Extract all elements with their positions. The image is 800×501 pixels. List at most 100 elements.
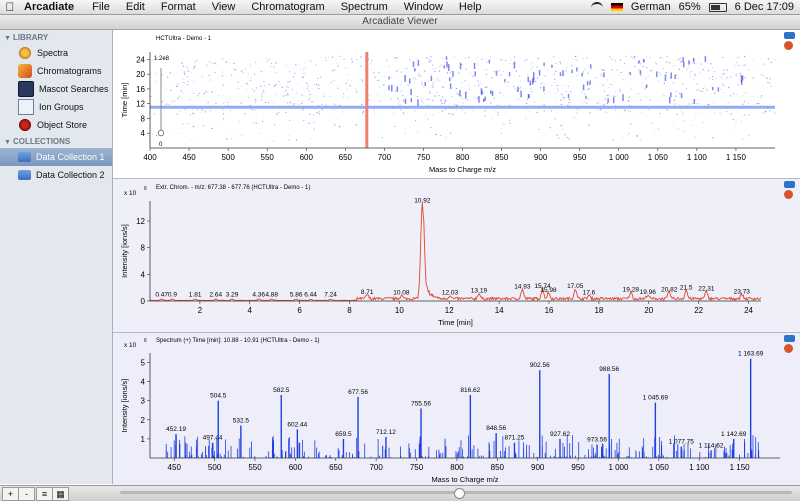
map-point	[299, 68, 301, 70]
map-point	[598, 101, 600, 103]
chromatogram-chart[interactable]: Extr. Chrom. - m/z: 677.38 - 677.76 (HCT…	[113, 179, 800, 332]
x-tick-label: 800	[450, 463, 464, 472]
map-point	[313, 114, 315, 116]
menu-chromatogram[interactable]: Chromatogram	[251, 1, 324, 13]
map-point	[201, 109, 203, 111]
sidebar-item-data-collection-2[interactable]: Data Collection 2	[0, 166, 112, 184]
sidebar-item-data-collection-1[interactable]: Data Collection 1	[0, 148, 112, 166]
menu-view[interactable]: View	[212, 1, 236, 13]
x-tick-label: 1 150	[730, 463, 751, 472]
map-point	[222, 118, 225, 120]
peak-label: 0.9	[168, 292, 177, 299]
map-point	[631, 57, 633, 59]
menu-window[interactable]: Window	[404, 1, 443, 13]
disclosure-triangle-icon[interactable]: ▼	[4, 35, 11, 42]
disclosure-triangle-icon[interactable]: ▼	[4, 139, 11, 146]
sidebar-item-spectra[interactable]: Spectra	[0, 44, 112, 62]
panel-options-icon[interactable]	[784, 181, 795, 188]
refresh-icon[interactable]	[784, 41, 793, 50]
library-section-header[interactable]: ▼ LIBRARY	[0, 30, 112, 44]
map-point	[273, 66, 275, 68]
map-point	[533, 101, 536, 103]
y-exponent: x 10	[124, 190, 137, 197]
map-point	[491, 77, 493, 79]
peak-label: 10.08	[393, 290, 410, 297]
map-point	[611, 69, 613, 71]
peak-label: 755.56	[411, 400, 431, 407]
sidebar-item-ion-groups[interactable]: Ion Groups	[0, 98, 112, 116]
map-point	[356, 91, 358, 93]
refresh-icon[interactable]	[784, 344, 793, 353]
map-point	[309, 113, 311, 115]
map-point	[619, 59, 622, 61]
map-point	[307, 90, 310, 92]
map-point	[208, 74, 210, 76]
refresh-icon[interactable]	[784, 190, 793, 199]
map-point	[166, 76, 169, 78]
map-point	[755, 84, 758, 86]
map-point	[629, 111, 632, 113]
grid-view-icon[interactable]: ▦	[52, 487, 69, 501]
map-point	[192, 126, 195, 128]
map-point	[241, 100, 243, 102]
map-point	[320, 56, 322, 58]
map-point	[332, 122, 334, 124]
menu-file[interactable]: File	[92, 1, 110, 13]
panel-options-icon[interactable]	[784, 32, 795, 39]
collections-section-header[interactable]: ▼ COLLECTIONS	[0, 134, 112, 148]
map-point	[278, 111, 280, 113]
map-point	[301, 103, 303, 105]
peak-label: 22.31	[698, 286, 715, 293]
lc-ms-map-chart[interactable]: HCTUltra - Demo - 1 400 450 500 550 600 650 700…	[113, 30, 800, 177]
map-point	[191, 90, 193, 92]
map-point	[456, 92, 458, 94]
panel-options-icon[interactable]	[784, 335, 795, 342]
battery-icon[interactable]	[708, 2, 727, 12]
map-point	[570, 91, 572, 93]
map-point	[351, 110, 353, 112]
app-menu[interactable]: Arcadiate	[24, 1, 74, 13]
map-point	[311, 101, 313, 103]
map-point	[726, 111, 728, 113]
map-point	[318, 113, 321, 115]
remove-button[interactable]: -	[18, 487, 35, 501]
map-point	[576, 59, 578, 61]
menu-help[interactable]: Help	[459, 1, 482, 13]
map-point	[369, 95, 371, 97]
map-point	[226, 61, 228, 63]
sidebar-item-object-store[interactable]: Object Store	[0, 116, 112, 134]
map-point	[501, 59, 503, 61]
map-point	[347, 79, 349, 81]
x-tick-label: 550	[248, 463, 262, 472]
apple-menu-icon[interactable]: 	[0, 0, 20, 14]
map-point	[436, 91, 438, 93]
map-point	[519, 66, 521, 68]
map-point	[270, 65, 272, 67]
map-point	[386, 59, 388, 61]
peak-label: 6.44	[304, 292, 317, 299]
map-point	[663, 82, 665, 84]
battery-percent[interactable]: 65%	[679, 1, 701, 13]
map-point	[680, 61, 682, 63]
map-point	[695, 113, 697, 115]
menu-spectrum[interactable]: Spectrum	[341, 1, 388, 13]
add-button[interactable]: +	[2, 487, 19, 501]
clock[interactable]: 6 Dec 17:09	[735, 1, 794, 13]
y-tick-label: 3	[141, 397, 146, 406]
map-point	[729, 76, 731, 78]
sidebar-item-mascot-searches[interactable]: Mascot Searches	[0, 80, 112, 98]
peak-label: 1 114.62	[699, 442, 724, 449]
map-point	[584, 93, 586, 95]
slider-knob[interactable]	[454, 488, 465, 499]
list-view-icon[interactable]: ≡	[36, 487, 53, 501]
menu-edit[interactable]: Edit	[126, 1, 145, 13]
spectrum-chart[interactable]: Spectrum (+) Time [min]: 10.88 - 10.91 (…	[113, 333, 800, 485]
sidebar-item-chromatograms[interactable]: Chromatograms	[0, 62, 112, 80]
input-language[interactable]: German	[631, 1, 671, 13]
map-point	[361, 103, 363, 105]
wifi-icon[interactable]	[590, 2, 603, 12]
map-point	[192, 112, 195, 114]
peak-label: 4.88	[265, 292, 278, 299]
german-flag-icon[interactable]	[610, 3, 623, 11]
menu-format[interactable]: Format	[161, 1, 196, 13]
